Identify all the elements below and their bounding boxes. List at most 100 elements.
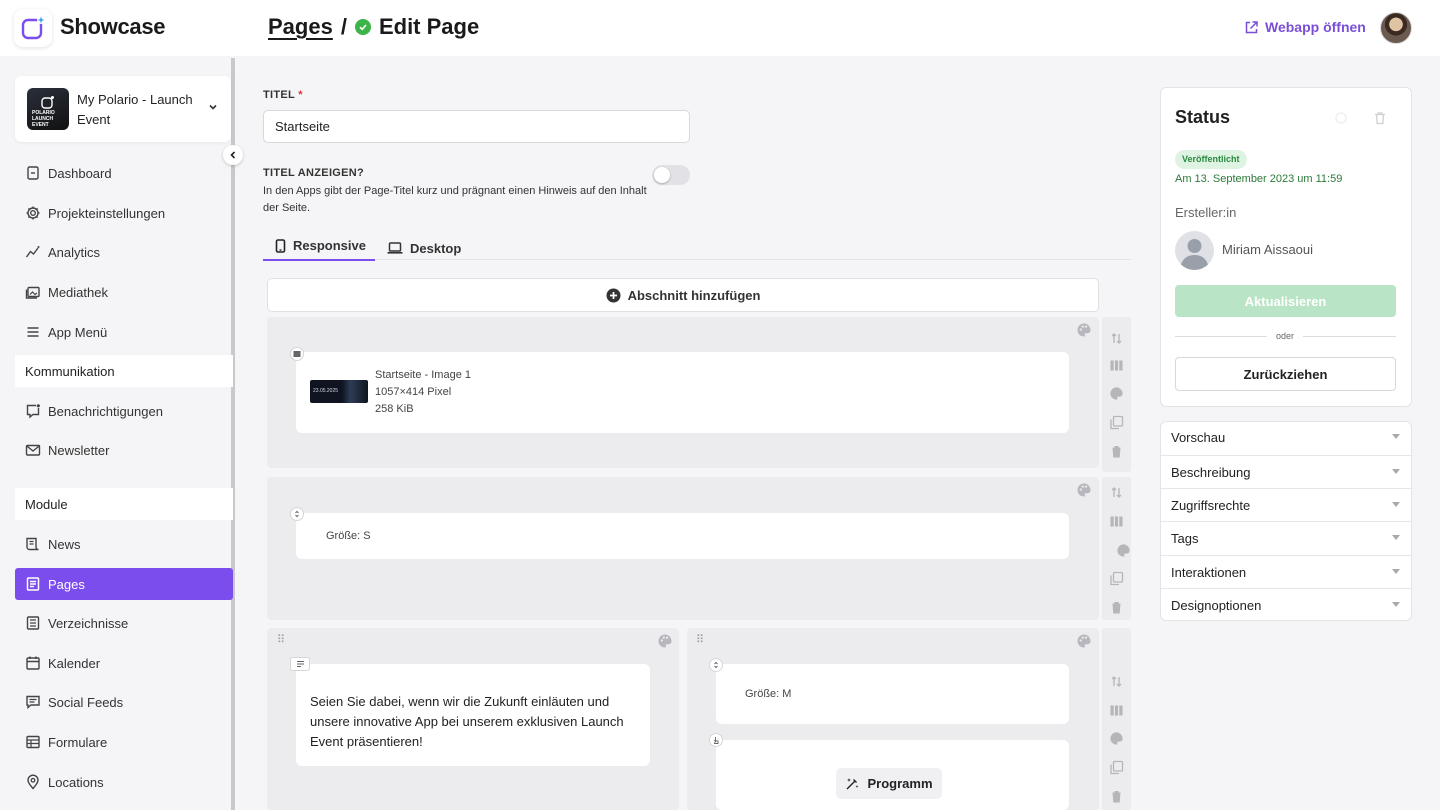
palette-icon[interactable] xyxy=(1116,543,1131,558)
project-switcher[interactable]: POLARIO LAUNCH EVENT My Polario - Launch… xyxy=(15,76,231,142)
accordion-label: Interaktionen xyxy=(1171,564,1247,580)
sidebar-item-news[interactable]: News xyxy=(15,528,233,560)
brand-name: Showcase xyxy=(60,14,166,39)
palette-icon[interactable] xyxy=(657,633,673,649)
palette-icon[interactable] xyxy=(1076,633,1092,649)
plus-circle-icon xyxy=(606,288,621,302)
brand-logo[interactable] xyxy=(14,9,52,47)
title-input[interactable]: Startseite xyxy=(263,110,690,143)
sidebar-item-app-menu[interactable]: App Menü xyxy=(15,316,233,348)
magic-wand-icon xyxy=(846,778,859,790)
sidebar-item-newsletter[interactable]: Newsletter xyxy=(15,434,233,466)
open-webapp-label: Webapp öffnen xyxy=(1265,19,1366,35)
calendar-icon xyxy=(26,656,40,670)
title-label: TITEL * xyxy=(263,89,303,101)
columns-icon[interactable] xyxy=(1109,703,1124,718)
sidebar-item-pages[interactable]: Pages xyxy=(15,568,233,600)
sidebar-item-locations[interactable]: Locations xyxy=(15,766,233,798)
accordion-label: Tags xyxy=(1171,530,1199,546)
add-section-button[interactable]: Abschnitt hinzufügen xyxy=(267,278,1099,312)
sidebar-section-module[interactable]: Module xyxy=(15,488,233,520)
section-tools-2 xyxy=(1102,477,1131,620)
palette-icon[interactable] xyxy=(1109,731,1124,746)
show-title-toggle[interactable] xyxy=(652,165,690,185)
sidebar-item-dashboard[interactable]: Dashboard xyxy=(15,157,233,189)
logo-icon xyxy=(21,16,45,40)
accordion-zugriffsrechte[interactable]: Zugriffsrechte xyxy=(1160,488,1412,521)
sidebar-item-formulare[interactable]: Formulare xyxy=(15,726,233,758)
accordion-beschreibung[interactable]: Beschreibung xyxy=(1160,455,1412,488)
programm-button[interactable]: Programm xyxy=(836,768,942,799)
analytics-icon xyxy=(25,246,40,258)
sidebar-section-kommunikation[interactable]: Kommunikation xyxy=(15,355,233,387)
location-pin-icon xyxy=(27,774,39,790)
sidebar-item-kalender[interactable]: Kalender xyxy=(15,647,233,679)
form-icon xyxy=(26,735,40,749)
accordion-tags[interactable]: Tags xyxy=(1160,521,1412,554)
show-title-label: TITEL ANZEIGEN? xyxy=(263,167,365,179)
move-updown-icon[interactable] xyxy=(1109,485,1124,500)
image-meta: Startseite - Image 1 1057×414 Pixel 258 … xyxy=(375,367,471,418)
trash-icon[interactable] xyxy=(1109,600,1124,615)
tab-label: Responsive xyxy=(293,238,366,253)
sidebar-item-social-feeds[interactable]: Social Feeds xyxy=(15,686,233,718)
directory-icon xyxy=(26,616,40,630)
external-link-icon xyxy=(1245,20,1258,33)
image-size: 258 KiB xyxy=(375,403,414,415)
drag-handle-icon[interactable]: ⠿ xyxy=(696,635,704,646)
spacer-block-card[interactable] xyxy=(296,513,1069,559)
text-block-content: Seien Sie dabei, wenn wir die Zukunft ei… xyxy=(310,694,624,749)
sidebar-item-label: Dashboard xyxy=(48,165,112,181)
sidebar-item-analytics[interactable]: Analytics xyxy=(15,236,233,268)
tab-responsive[interactable]: Responsive xyxy=(263,236,375,261)
sidebar-item-label: Locations xyxy=(48,774,104,790)
sidebar-item-mediathek[interactable]: Mediathek xyxy=(15,276,233,308)
breadcrumb-pages-link[interactable]: Pages xyxy=(268,14,333,40)
project-logo-icon xyxy=(41,96,54,109)
columns-icon[interactable] xyxy=(1109,358,1124,373)
sidebar-item-label: Benachrichtigungen xyxy=(48,403,163,419)
laptop-icon xyxy=(387,242,403,254)
sidebar-item-benachrichtigungen[interactable]: Benachrichtigungen xyxy=(15,395,233,427)
section-tools-1 xyxy=(1102,317,1131,472)
image-thumbnail: 23.05.2025 xyxy=(310,380,368,403)
duplicate-icon[interactable] xyxy=(1109,760,1124,775)
move-updown-icon[interactable] xyxy=(1109,674,1124,689)
chevron-down-icon[interactable] xyxy=(208,102,218,115)
sidebar-item-label: News xyxy=(48,536,81,552)
duplicate-icon[interactable] xyxy=(1109,571,1124,586)
spacer-size-m: Größe: M xyxy=(745,688,792,700)
sidebar-item-verzeichnisse[interactable]: Verzeichnisse xyxy=(15,607,233,639)
user-avatar[interactable] xyxy=(1380,12,1412,44)
palette-icon[interactable] xyxy=(1076,322,1092,338)
add-section-label: Abschnitt hinzufügen xyxy=(627,287,761,303)
trash-icon[interactable] xyxy=(1373,111,1387,125)
trash-icon[interactable] xyxy=(1109,444,1124,459)
sidebar-item-projekteinstellungen[interactable]: Projekteinstellungen xyxy=(15,197,233,229)
divider xyxy=(1303,336,1396,337)
trash-icon[interactable] xyxy=(1109,789,1124,804)
programm-button-label: Programm xyxy=(867,776,933,791)
caret-down-icon xyxy=(1392,602,1400,607)
phone-icon xyxy=(275,238,286,253)
drag-handle-icon[interactable]: ⠿ xyxy=(277,635,285,646)
accordion-label: Vorschau xyxy=(1171,430,1226,445)
withdraw-button[interactable]: Zurückziehen xyxy=(1175,357,1396,391)
update-button[interactable]: Aktualisieren xyxy=(1175,285,1396,317)
accordion-interaktionen[interactable]: Interaktionen xyxy=(1160,555,1412,588)
accordion-designoptionen[interactable]: Designoptionen xyxy=(1160,588,1412,621)
accordion-vorschau[interactable]: Vorschau xyxy=(1160,421,1412,454)
accordion-label: Zugriffsrechte xyxy=(1171,497,1251,513)
tab-desktop[interactable]: Desktop xyxy=(387,236,461,260)
palette-icon[interactable] xyxy=(1109,386,1124,401)
published-date: Am 13. September 2023 um 11:59 xyxy=(1175,173,1343,185)
open-webapp-link[interactable]: Webapp öffnen xyxy=(1244,19,1366,35)
palette-icon[interactable] xyxy=(1076,482,1092,498)
columns-icon[interactable] xyxy=(1109,514,1124,529)
notification-icon xyxy=(26,404,40,419)
status-title: Status xyxy=(1175,107,1231,127)
move-updown-icon[interactable] xyxy=(1109,331,1124,346)
show-title-help: In den Apps gibt der Page-Titel kurz und… xyxy=(263,185,647,214)
duplicate-icon[interactable] xyxy=(1109,415,1124,430)
gear-icon xyxy=(26,206,40,220)
